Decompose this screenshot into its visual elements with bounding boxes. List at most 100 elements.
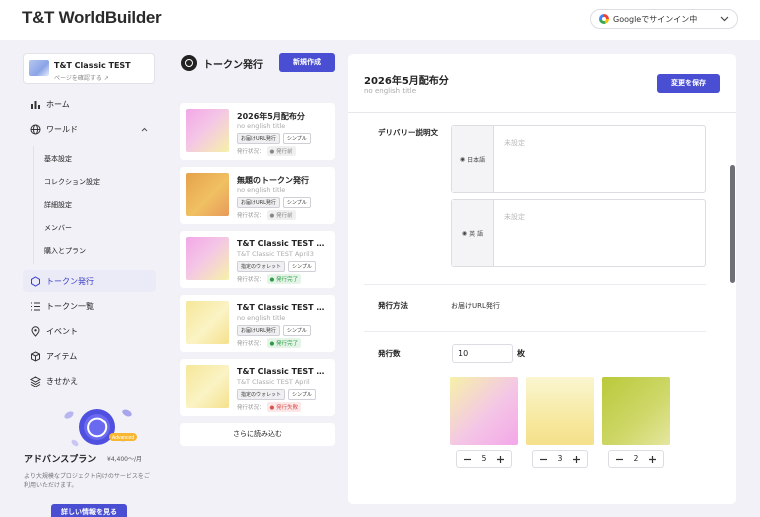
delivery-en-textarea[interactable]: ◉ 英 語 未設定 [451,199,706,267]
sidebar-subitem-plan[interactable]: 購入とプラン [44,246,86,256]
app-header: T&T WorldBuilder Googleでサインイン中 [0,0,760,40]
sidebar-subitem-collection[interactable]: コレクション設定 [44,177,100,187]
advanced-plan-promo: Advanced アドバンスプラン ¥4,400〜/月 より大規模なプロジェクト… [23,397,156,517]
token-subtitle: no english title [237,122,286,130]
lang-ja-cell: ◉ 日本語 [452,126,494,192]
promo-price: ¥4,400〜/月 [107,456,143,463]
new-token-button[interactable]: 新規作成 [279,53,335,72]
sidebar-item-token-issue[interactable]: トークン発行 [23,270,156,292]
sidebar-item-dressup[interactable]: きせかえ [23,370,156,392]
lang-en-cell: ◉ 英 語 [452,200,494,266]
project-name: T&T Classic TEST [54,61,131,70]
issue-count-label: 発行数 [378,349,401,358]
delivery-en-placeholder: 未設定 [504,213,525,221]
google-account-button[interactable]: Googleでサインイン中 [590,9,738,29]
sidebar-item-token-list[interactable]: トークン一覧 [23,295,156,317]
promo-title: アドバンスプラン [24,455,97,465]
detail-subtitle: no english title [364,87,417,95]
quantity-stepper[interactable]: 5 [456,450,512,468]
token-tag: シンプル [282,325,311,336]
app-logo[interactable]: T&T WorldBuilder [22,8,162,28]
token-title: T&T Classic TEST April 3 [237,239,329,248]
token-tag: お届けURL発行 [237,197,280,208]
status-badge: ● 発行完了 [266,338,302,348]
sidebar-subitem-member[interactable]: メンバー [44,223,72,233]
issue-method-value: お届けURL発行 [451,302,500,310]
status-label: 発行状況： [237,149,265,155]
status-badge: ● 発行前 [266,146,296,156]
token-tags: お届けURL発行 シンプル [237,325,311,336]
token-thumbnail [186,237,229,280]
sidebar-item-label: トークン発行 [46,276,94,286]
token-panel-title: トークン発行 [203,59,263,71]
token-card[interactable]: 2026年5月配布分 no english title お届けURL発行 シンプル… [180,103,335,160]
load-more-button[interactable]: さらに読み込む [180,423,335,446]
sidebar-item-home[interactable]: ホーム [23,93,156,115]
token-tag: 指定のウォレット [237,261,286,272]
sidebar: T&T Classic TEST ページを確認する ↗ ホーム ワールド 基本設… [12,40,166,517]
token-card[interactable]: T&T Classic TEST April T&T Classic TEST … [180,359,335,416]
plus-icon[interactable] [571,454,582,465]
scrollbar[interactable] [730,165,735,283]
sidebar-item-label: アイテム [46,351,78,361]
token-subtitle: no english title [237,186,286,194]
sidebar-item-label: ホーム [46,99,70,109]
issue-count-input[interactable]: 10 [452,344,513,363]
google-signin-label: Googleでサインイン中 [613,14,698,24]
promo-details-button[interactable]: 詳しい情報を見る [51,504,127,517]
sidebar-item-world[interactable]: ワールド [23,118,156,140]
sidebar-item-event[interactable]: イベント [23,320,156,342]
token-card[interactable]: 無題のトークン発行 no english title お届けURL発行 シンプル … [180,167,335,224]
issue-count-unit: 枚 [517,349,525,358]
detail-title: 2026年5月配布分 [364,76,449,87]
token-tag: シンプル [282,197,311,208]
project-link-label: ページを確認する [54,75,102,82]
status-badge: ● 発行完了 [266,274,302,284]
list-icon [31,302,40,310]
project-thumbnail [29,60,49,76]
lang-en-label: 英 語 [469,230,484,238]
token-subtitle: no english title [237,314,286,322]
project-card[interactable]: T&T Classic TEST ページを確認する ↗ [23,53,155,84]
status-badge: ● 発行失敗 [266,402,302,412]
sidebar-item-label: きせかえ [46,376,78,386]
delivery-ja-textarea[interactable]: ◉ 日本語 未設定 [451,125,706,193]
status-text: 発行前 [276,213,293,219]
status-badge: ● 発行前 [266,210,296,220]
sidebar-item-item[interactable]: アイテム [23,345,156,367]
save-changes-button[interactable]: 変更を保存 [657,74,720,93]
sidebar-item-label: イベント [46,326,78,336]
divider [364,331,706,332]
sidebar-subitem-basic[interactable]: 基本設定 [44,154,72,164]
token-card[interactable]: T&T Classic TEST April… no english title… [180,295,335,352]
token-title: 無題のトークン発行 [237,176,309,185]
issue-method-label: 発行方法 [378,301,408,310]
plus-icon[interactable] [647,454,658,465]
delivery-description-label: デリバリー説明文 [378,128,438,137]
status-label: 発行状況： [237,405,265,411]
token-tags: 指定のウォレット シンプル [237,261,316,272]
token-tags: 指定のウォレット シンプル [237,389,316,400]
token-card[interactable]: T&T Classic TEST April 3 T&T Classic TES… [180,231,335,288]
lang-ja-label: 日本語 [467,156,486,164]
token-tag: シンプル [282,133,311,144]
plus-icon[interactable] [495,454,506,465]
sidebar-subitem-detail[interactable]: 詳細設定 [44,200,72,210]
token-thumbnail [186,109,229,152]
submenu-line [33,146,34,264]
token-thumbnail [186,173,229,216]
project-link[interactable]: ページを確認する ↗ [54,73,109,82]
status-text: 発行前 [276,149,293,155]
external-link-icon: ↗ [103,75,109,82]
token-tag: シンプル [288,261,316,272]
token-tags: お届けURL発行 シンプル [237,197,311,208]
quantity-stepper[interactable]: 3 [532,450,588,468]
token-title: T&T Classic TEST April [237,367,329,376]
token-tag: シンプル [288,389,316,400]
token-status: 発行状況： ● 発行失敗 [237,402,302,412]
variant-thumbnail [450,377,518,445]
quantity-stepper[interactable]: 2 [608,450,664,468]
globe-icon: ◉ [461,229,468,237]
status-text: 発行失敗 [276,405,299,411]
token-title: 2026年5月配布分 [237,112,305,121]
